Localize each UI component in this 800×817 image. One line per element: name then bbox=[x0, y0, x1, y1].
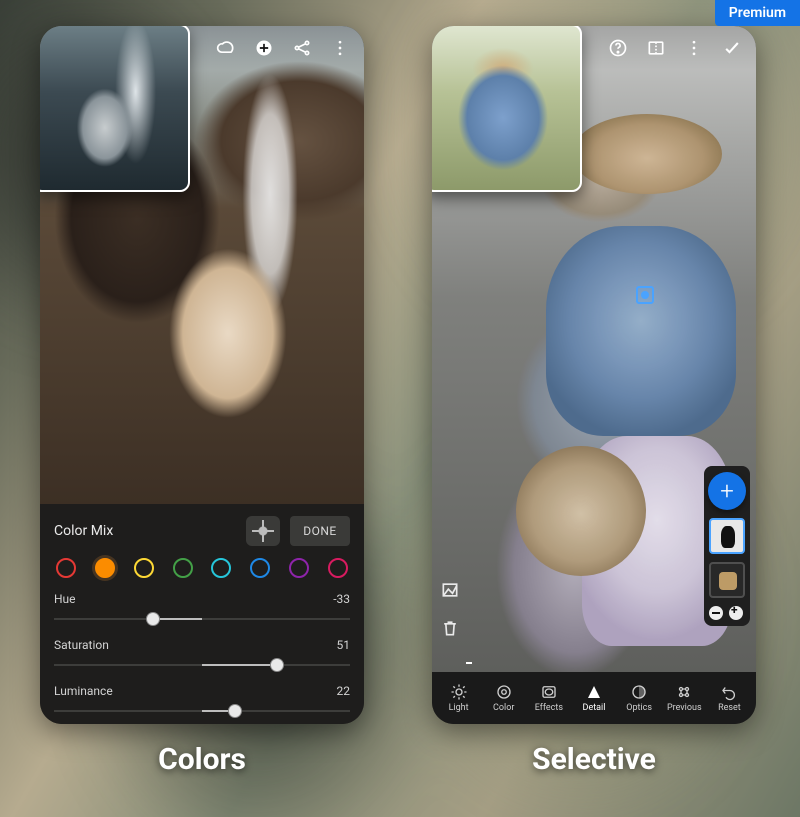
previous-edits-icon bbox=[675, 683, 693, 701]
mask-modify-row bbox=[709, 606, 745, 620]
target-sampler-icon[interactable] bbox=[246, 516, 280, 546]
panel-title: Color Mix bbox=[54, 523, 236, 539]
tool-label: Reset bbox=[718, 703, 741, 713]
phone-screenshot-colors: Color Mix DONE Hue -33 Saturation 51 bbox=[40, 26, 364, 724]
swatch-red[interactable] bbox=[56, 558, 76, 578]
done-button[interactable]: DONE bbox=[290, 516, 350, 546]
help-circle-icon[interactable] bbox=[608, 38, 628, 58]
checkmark-icon[interactable] bbox=[722, 38, 742, 58]
mask-add-icon[interactable] bbox=[729, 606, 743, 620]
tool-effects[interactable]: Effects bbox=[527, 683, 571, 713]
original-photo-thumbnail[interactable] bbox=[40, 26, 190, 192]
original-photo-thumbnail[interactable] bbox=[432, 26, 582, 192]
swatch-purple[interactable] bbox=[289, 558, 309, 578]
add-mask-button[interactable]: + bbox=[708, 472, 746, 510]
more-vert-icon[interactable] bbox=[330, 38, 350, 58]
tool-label: Color bbox=[493, 703, 514, 713]
levels-icon[interactable] bbox=[440, 580, 460, 600]
select-subject-badge-icon[interactable] bbox=[636, 286, 654, 304]
triangle-detail-icon bbox=[585, 683, 603, 701]
trash-icon[interactable] bbox=[440, 618, 460, 638]
saturation-track[interactable] bbox=[54, 656, 350, 674]
add-circle-icon[interactable] bbox=[254, 38, 274, 58]
swatch-blue[interactable] bbox=[250, 558, 270, 578]
saturation-slider: Saturation 51 bbox=[54, 638, 350, 674]
saturation-knob[interactable] bbox=[270, 658, 284, 672]
hue-track[interactable] bbox=[54, 610, 350, 628]
more-vert-icon[interactable] bbox=[684, 38, 704, 58]
tool-previous[interactable]: Previous bbox=[662, 683, 706, 713]
slider-label: Saturation bbox=[54, 638, 109, 652]
tool-detail[interactable]: Detail bbox=[572, 683, 616, 713]
tool-label: Optics bbox=[626, 703, 652, 713]
mask-subtract-icon[interactable] bbox=[709, 606, 723, 620]
luminance-track[interactable] bbox=[54, 702, 350, 720]
mask-side-panel: + bbox=[704, 466, 750, 626]
tool-optics[interactable]: Optics bbox=[617, 683, 661, 713]
premium-badge: Premium bbox=[715, 0, 800, 26]
cloud-sync-icon[interactable] bbox=[216, 38, 236, 58]
mask-subject-thumbnail[interactable] bbox=[709, 518, 745, 554]
share-icon[interactable] bbox=[292, 38, 312, 58]
compare-before-after-icon[interactable] bbox=[646, 38, 666, 58]
swatch-magenta[interactable] bbox=[328, 558, 348, 578]
slider-value: -33 bbox=[333, 592, 350, 606]
tool-label: Previous bbox=[667, 703, 702, 713]
mask-inverted-thumbnail[interactable] bbox=[709, 562, 745, 598]
swatch-green[interactable] bbox=[173, 558, 193, 578]
tool-light[interactable]: Light bbox=[437, 683, 481, 713]
hue-slider: Hue -33 bbox=[54, 592, 350, 628]
color-wheel-icon bbox=[495, 683, 513, 701]
vignette-icon bbox=[540, 683, 558, 701]
color-swatch-row bbox=[54, 556, 350, 582]
tool-label: Effects bbox=[535, 703, 563, 713]
slider-label: Hue bbox=[54, 592, 76, 606]
caption-colors: Colors bbox=[40, 742, 364, 777]
undo-reset-icon bbox=[720, 683, 738, 701]
phone-screenshot-selective: + Light Color Effects Detail Optics Previous R… bbox=[432, 26, 756, 724]
swatch-yellow[interactable] bbox=[134, 558, 154, 578]
slider-value: 22 bbox=[337, 684, 351, 698]
hue-knob[interactable] bbox=[146, 612, 160, 626]
slider-label: Luminance bbox=[54, 684, 113, 698]
bottom-tool-bar: Light Color Effects Detail Optics Previous Res… bbox=[432, 672, 756, 724]
slider-value: 51 bbox=[337, 638, 351, 652]
timeline-marker[interactable] bbox=[466, 662, 472, 664]
color-mix-panel: Color Mix DONE Hue -33 Saturation 51 bbox=[40, 504, 364, 724]
tool-label: Detail bbox=[583, 703, 606, 713]
tool-color[interactable]: Color bbox=[482, 683, 526, 713]
tool-reset[interactable]: Reset bbox=[707, 683, 751, 713]
luminance-knob[interactable] bbox=[228, 704, 242, 718]
luminance-slider: Luminance 22 bbox=[54, 684, 350, 720]
caption-selective: Selective bbox=[432, 742, 756, 777]
tool-label: Light bbox=[449, 703, 469, 713]
swatch-aqua[interactable] bbox=[211, 558, 231, 578]
swatch-orange[interactable] bbox=[95, 558, 115, 578]
lens-icon bbox=[630, 683, 648, 701]
brightness-icon bbox=[450, 683, 468, 701]
left-tool-column bbox=[440, 580, 460, 638]
